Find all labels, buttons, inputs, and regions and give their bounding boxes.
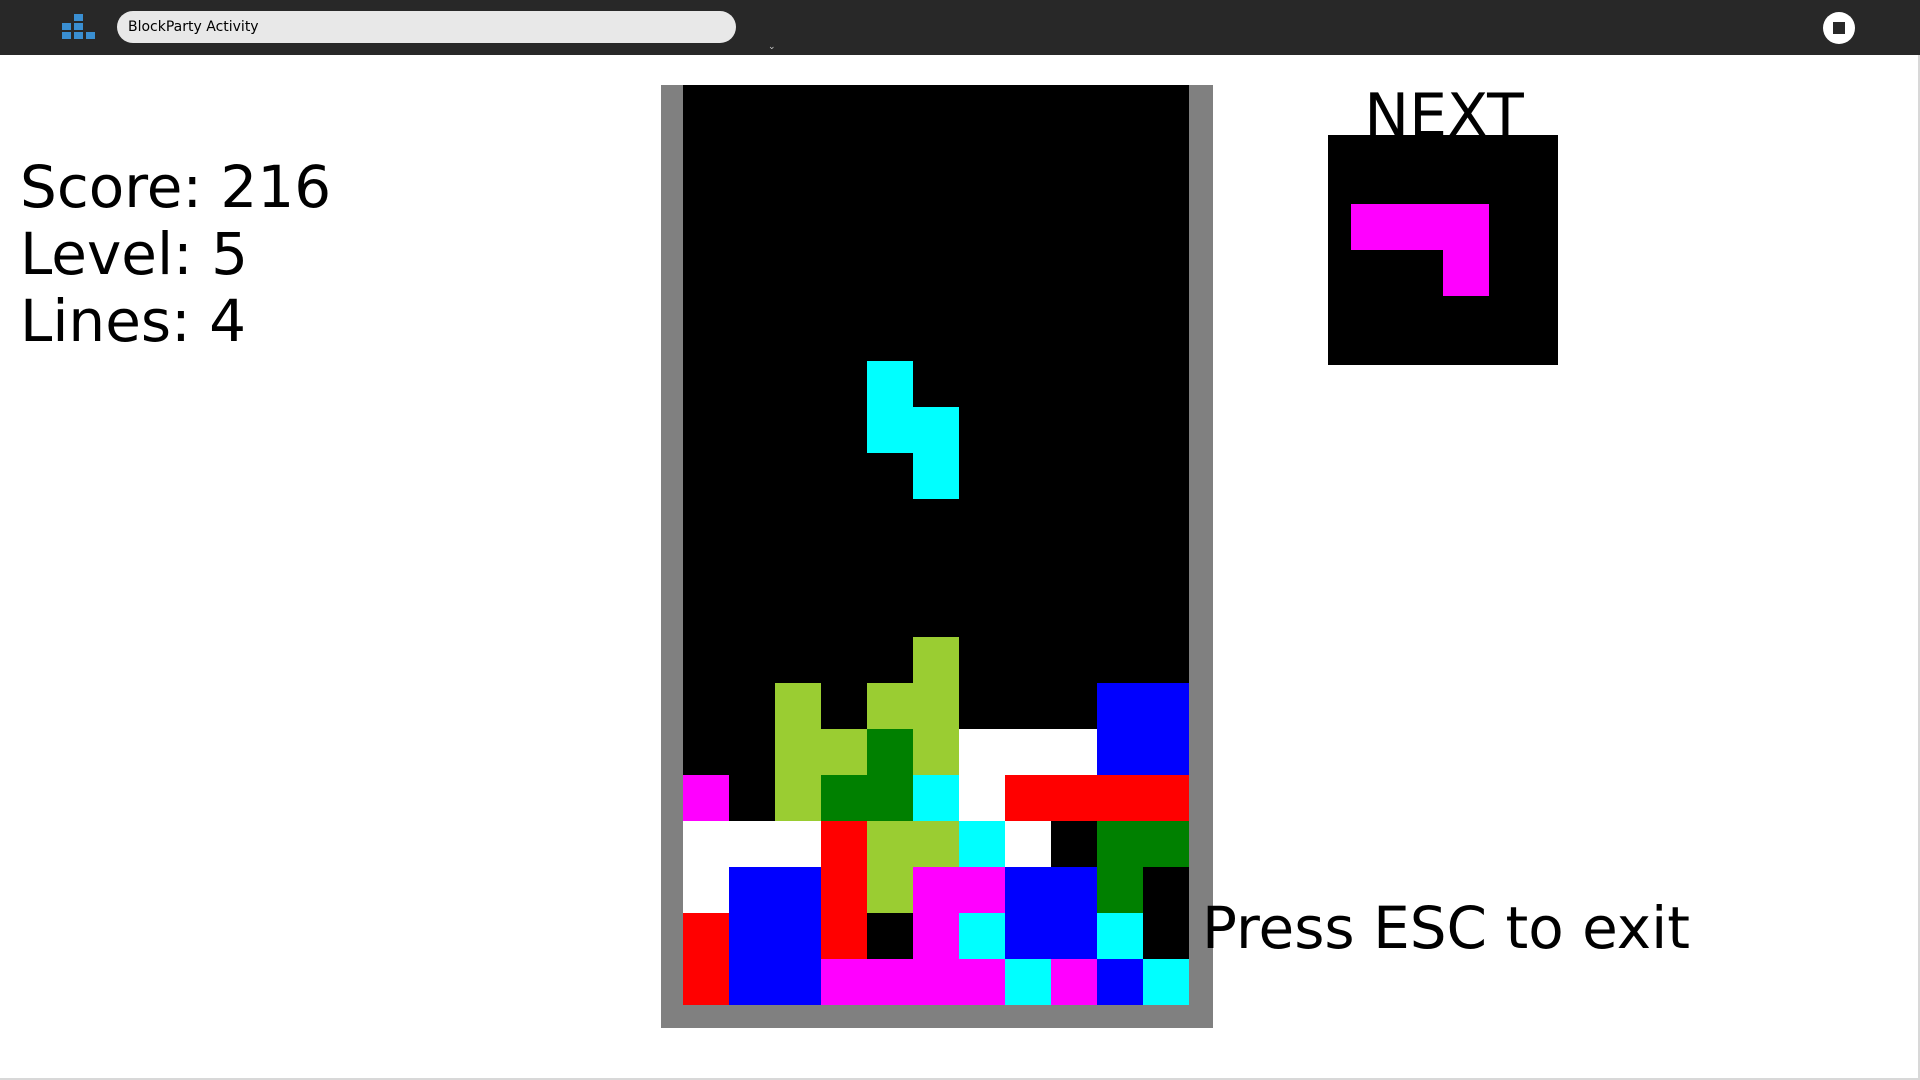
board-cell <box>1051 959 1097 1005</box>
board-cell <box>959 729 1005 775</box>
board-cell <box>959 821 1005 867</box>
next-piece-preview <box>1328 135 1558 365</box>
lines-label: Lines: 4 <box>20 287 246 355</box>
board-cell <box>913 867 959 913</box>
board-cell <box>821 959 867 1005</box>
toolbar: BlockParty Activity ⌄ <box>0 0 1920 55</box>
board-cell <box>959 913 1005 959</box>
board-cell <box>1097 775 1143 821</box>
blockparty-activity-icon[interactable] <box>62 14 96 40</box>
board-cell <box>959 867 1005 913</box>
board-cell <box>821 867 867 913</box>
score-label: Score: 216 <box>20 153 332 221</box>
board-cell <box>1143 729 1189 775</box>
board-cell <box>867 821 913 867</box>
board-cell <box>1143 959 1189 1005</box>
board-cell <box>1005 959 1051 1005</box>
board-cell <box>867 959 913 1005</box>
board-cell <box>821 821 867 867</box>
board-cell <box>775 821 821 867</box>
board-cell <box>775 683 821 729</box>
board-cell <box>913 775 959 821</box>
activity-title-field[interactable]: BlockParty Activity <box>117 11 736 43</box>
board-cell <box>775 913 821 959</box>
board-cell <box>1097 821 1143 867</box>
chevron-down-icon[interactable]: ⌄ <box>768 42 776 52</box>
next-piece-cell <box>1443 204 1489 250</box>
board-cell <box>729 959 775 1005</box>
board-cell <box>821 729 867 775</box>
board-cell <box>1005 729 1051 775</box>
board-cell <box>729 821 775 867</box>
board-cell <box>1097 959 1143 1005</box>
board-cell <box>913 959 959 1005</box>
board-cell <box>867 683 913 729</box>
board-cell <box>913 729 959 775</box>
board-cell <box>1097 913 1143 959</box>
board-cell <box>913 683 959 729</box>
board-cell <box>913 407 959 453</box>
board-cell <box>959 959 1005 1005</box>
board-cell <box>1097 729 1143 775</box>
board-cell <box>1143 683 1189 729</box>
game-board <box>683 85 1189 1005</box>
board-cell <box>1005 775 1051 821</box>
board-cell <box>913 913 959 959</box>
board-cell <box>1097 867 1143 913</box>
board-cell <box>1097 683 1143 729</box>
next-piece-cell <box>1351 204 1397 250</box>
board-cell <box>775 729 821 775</box>
board-cell <box>1143 821 1189 867</box>
board-cell <box>867 775 913 821</box>
exit-hint: Press ESC to exit <box>1202 894 1690 962</box>
board-cell <box>867 729 913 775</box>
board-cell <box>775 867 821 913</box>
board-cell <box>775 959 821 1005</box>
board-cell <box>683 775 729 821</box>
board-cell <box>1005 821 1051 867</box>
board-cell <box>867 407 913 453</box>
game-well <box>661 85 1213 1028</box>
board-cell <box>913 453 959 499</box>
board-cell <box>867 361 913 407</box>
board-cell <box>959 775 1005 821</box>
board-cell <box>1051 729 1097 775</box>
next-piece-cell <box>1397 204 1443 250</box>
board-cell <box>683 821 729 867</box>
board-cell <box>867 867 913 913</box>
board-cell <box>913 821 959 867</box>
next-piece-cell <box>1443 250 1489 296</box>
board-cell <box>1051 913 1097 959</box>
board-cell <box>683 959 729 1005</box>
board-cell <box>913 637 959 683</box>
stop-button[interactable] <box>1823 12 1855 44</box>
board-cell <box>683 867 729 913</box>
level-label: Level: 5 <box>20 220 248 288</box>
board-cell <box>729 867 775 913</box>
board-cell <box>821 913 867 959</box>
board-cell <box>1051 867 1097 913</box>
board-cell <box>1005 867 1051 913</box>
board-cell <box>1143 775 1189 821</box>
board-cell <box>683 913 729 959</box>
board-cell <box>1051 775 1097 821</box>
board-cell <box>775 775 821 821</box>
board-cell <box>1005 913 1051 959</box>
board-cell <box>821 775 867 821</box>
board-cell <box>729 913 775 959</box>
